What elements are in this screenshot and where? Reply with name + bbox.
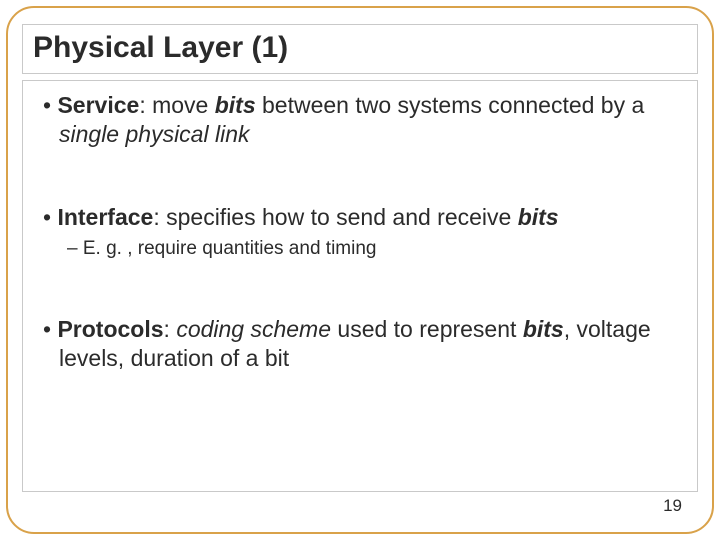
slide-title: Physical Layer (1) bbox=[33, 31, 687, 65]
bullet-service: Service: move bits between two systems c… bbox=[37, 91, 683, 149]
slide-frame: Physical Layer (1) Service: move bits be… bbox=[6, 6, 714, 534]
title-box: Physical Layer (1) bbox=[22, 24, 698, 74]
bullet-interface: Interface: specifies how to send and rec… bbox=[37, 203, 683, 232]
service-text-2: between two systems connected by a bbox=[256, 92, 645, 118]
subbullet-interface-example: E. g. , require quantities and timing bbox=[37, 237, 683, 261]
page-number: 19 bbox=[663, 496, 682, 516]
interface-text-1: : specifies how to send and receive bbox=[153, 204, 517, 230]
interface-sub-text: E. g. , require quantities and timing bbox=[83, 238, 377, 259]
protocols-text-2: used to represent bbox=[331, 316, 523, 342]
interface-bits: bits bbox=[518, 204, 559, 230]
protocols-scheme: coding scheme bbox=[176, 316, 331, 342]
content-box: Service: move bits between two systems c… bbox=[22, 80, 698, 492]
protocols-text-1: : bbox=[164, 316, 177, 342]
service-link: single physical link bbox=[59, 121, 249, 147]
service-text-1: : move bbox=[139, 92, 214, 118]
bullet-protocols: Protocols: coding scheme used to represe… bbox=[37, 315, 683, 373]
service-label: Service bbox=[57, 92, 139, 118]
protocols-label: Protocols bbox=[57, 316, 163, 342]
service-bits: bits bbox=[215, 92, 256, 118]
protocols-bits: bits bbox=[523, 316, 564, 342]
interface-label: Interface bbox=[57, 204, 153, 230]
